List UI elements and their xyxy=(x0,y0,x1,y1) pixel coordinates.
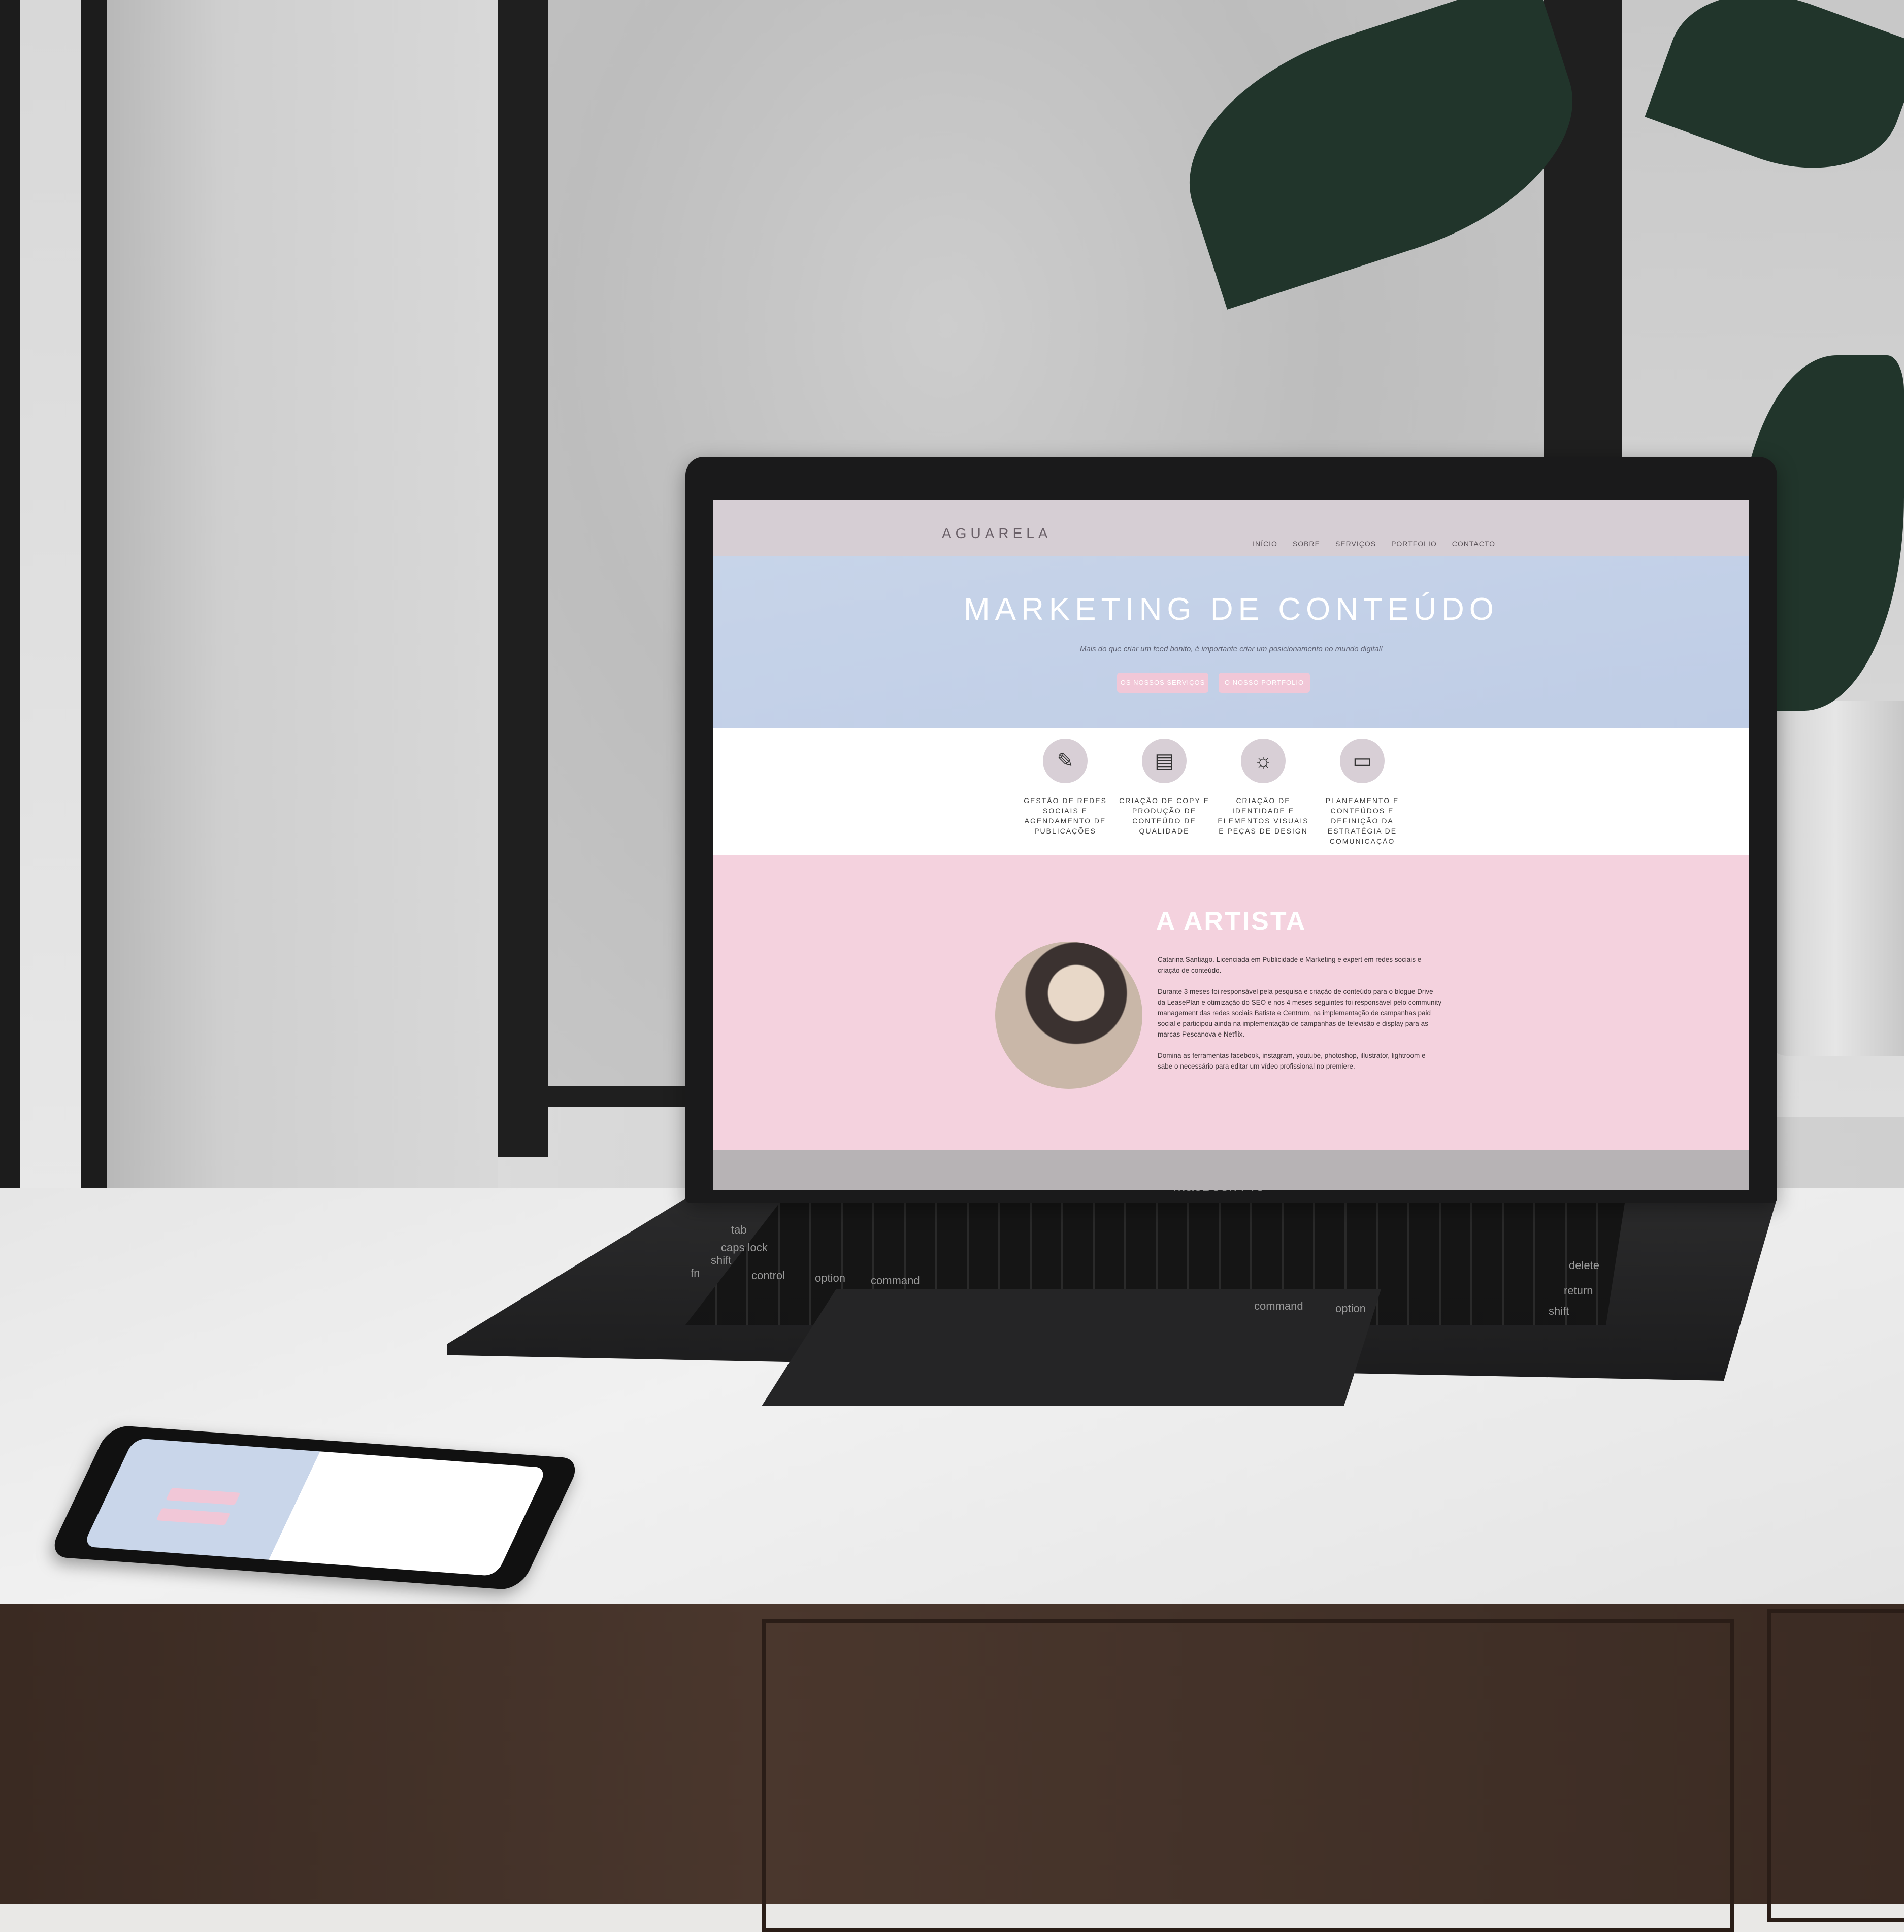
phone-screen[interactable] xyxy=(82,1438,548,1577)
plant-pot xyxy=(1767,701,1904,1056)
left-window-pane xyxy=(20,0,81,1218)
key-label: return xyxy=(1564,1284,1593,1297)
hero-section: MARKETING DE CONTEÚDO Mais do que criar … xyxy=(713,556,1749,728)
wooden-cabinet xyxy=(0,1604,1904,1932)
key-label: shift xyxy=(1549,1305,1569,1317)
key-label: command xyxy=(871,1274,920,1287)
nav-item-servicos[interactable]: SERVIÇOS xyxy=(1335,540,1376,548)
cabinet-door xyxy=(1767,1609,1904,1922)
site-logo[interactable]: AGUARELA xyxy=(942,525,1052,542)
artist-section: A ARTISTA Catarina Santiago. Licenciada … xyxy=(713,855,1749,1190)
lightbulb-icon: ☼ xyxy=(1241,739,1286,783)
artist-photo xyxy=(995,942,1142,1089)
bio-paragraph: Catarina Santiago. Licenciada em Publici… xyxy=(1158,956,1422,974)
service-text: CRIAÇÃO DE IDENTIDADE E ELEMENTOS VISUAI… xyxy=(1218,796,1309,835)
service-item: ▭ PLANEAMENTO E CONTEÚDOS E DEFINIÇÃO DA… xyxy=(1314,739,1410,846)
bio-paragraph: Domina as ferramentas facebook, instagra… xyxy=(1158,1052,1426,1070)
cabinet-door xyxy=(762,1619,1734,1932)
hero-subtitle: Mais do que criar um feed bonito, é impo… xyxy=(1079,645,1383,653)
window-frame-left xyxy=(498,0,548,1157)
service-item: ▤ CRIAÇÃO DE COPY E PRODUÇÃO DE CONTEÚDO… xyxy=(1116,739,1212,836)
phone-button[interactable] xyxy=(156,1508,231,1525)
hero-title: MARKETING DE CONTEÚDO xyxy=(964,592,1499,627)
services-button[interactable]: OS NOSSOS SERVIÇOS xyxy=(1117,673,1208,693)
key-label: tab xyxy=(731,1223,747,1236)
key-label: delete xyxy=(1569,1259,1599,1272)
window-sill xyxy=(548,1086,701,1107)
wall-panel xyxy=(107,0,498,1259)
phone-button[interactable] xyxy=(166,1488,241,1505)
artist-bio: Catarina Santiago. Licenciada em Publici… xyxy=(1158,954,1442,1082)
document-icon: ▤ xyxy=(1142,739,1187,783)
key-label: option xyxy=(1335,1302,1366,1315)
pencil-icon: ✎ xyxy=(1043,739,1088,783)
service-item: ✎ GESTÃO DE REDES SOCIAIS E AGENDAMENTO … xyxy=(1017,739,1113,836)
site-footer xyxy=(713,1150,1749,1190)
site-header: AGUARELA INÍCIO SOBRE SERVIÇOS PORTFOLIO… xyxy=(713,500,1749,556)
portfolio-button[interactable]: O NOSSO PORTFOLIO xyxy=(1219,673,1310,693)
bio-paragraph: Durante 3 meses foi responsável pela pes… xyxy=(1158,988,1442,1038)
nav-item-inicio[interactable]: INÍCIO xyxy=(1253,540,1277,548)
left-window xyxy=(0,0,107,1259)
nav-item-portfolio[interactable]: PORTFOLIO xyxy=(1391,540,1437,548)
key-label: command xyxy=(1254,1300,1303,1312)
key-label: fn xyxy=(691,1267,700,1279)
key-label: caps lock xyxy=(721,1241,768,1254)
key-label: control xyxy=(751,1269,785,1282)
laptop-screen[interactable]: AGUARELA INÍCIO SOBRE SERVIÇOS PORTFOLIO… xyxy=(713,500,1749,1190)
key-label: shift xyxy=(711,1254,732,1267)
artist-title: A ARTISTA xyxy=(1156,907,1307,936)
main-nav: INÍCIO SOBRE SERVIÇOS PORTFOLIO CONTACTO xyxy=(1253,540,1495,548)
service-item: ☼ CRIAÇÃO DE IDENTIDADE E ELEMENTOS VISU… xyxy=(1215,739,1311,836)
key-label: option xyxy=(815,1272,845,1284)
archive-box-icon: ▭ xyxy=(1340,739,1385,783)
service-text: CRIAÇÃO DE COPY E PRODUÇÃO DE CONTEÚDO D… xyxy=(1119,796,1209,835)
nav-item-sobre[interactable]: SOBRE xyxy=(1293,540,1320,548)
service-text: PLANEAMENTO E CONTEÚDOS E DEFINIÇÃO DA E… xyxy=(1325,796,1399,845)
service-text: GESTÃO DE REDES SOCIAIS E AGENDAMENTO DE… xyxy=(1024,796,1107,835)
nav-item-contacto[interactable]: CONTACTO xyxy=(1452,540,1495,548)
